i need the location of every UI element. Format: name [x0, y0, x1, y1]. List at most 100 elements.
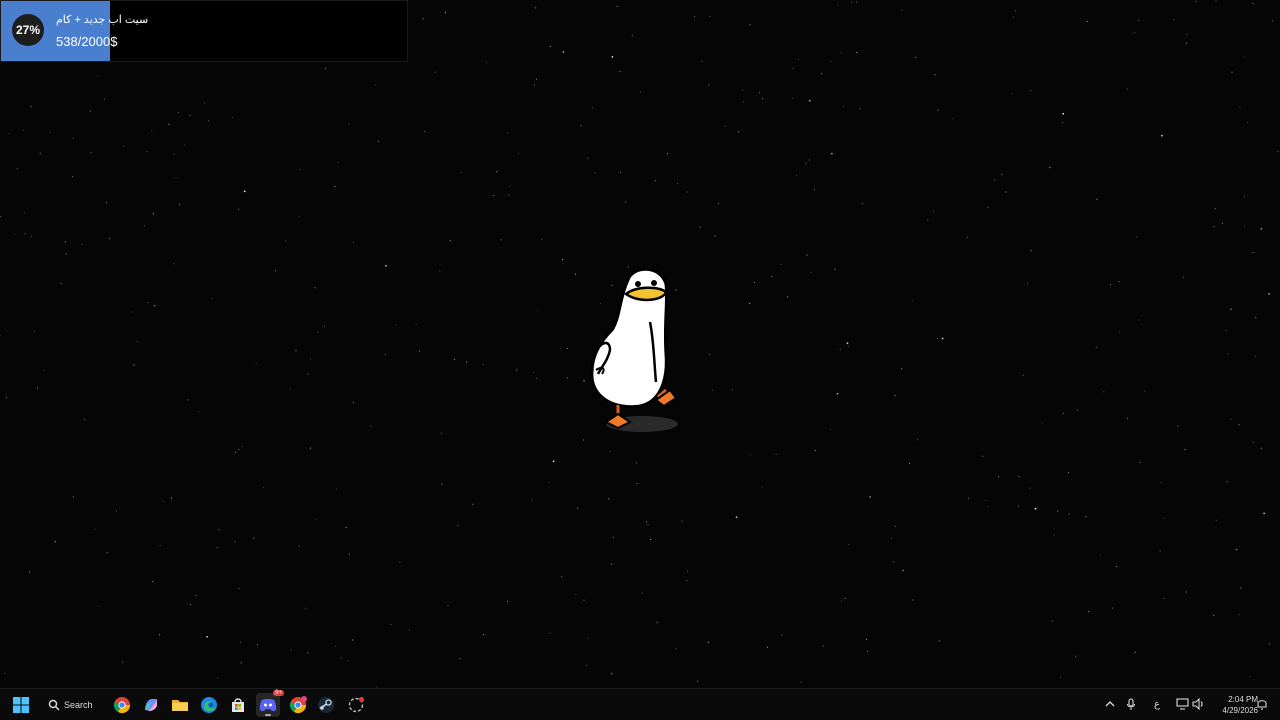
star: [937, 109, 939, 111]
star: [1133, 31, 1135, 33]
microphone-icon[interactable]: [1124, 697, 1138, 711]
star: [374, 84, 376, 86]
language-indicator[interactable]: ع: [1150, 697, 1164, 711]
star: [348, 123, 350, 125]
star: [1048, 166, 1051, 169]
app-icon[interactable]: [344, 693, 368, 717]
steam-icon[interactable]: [314, 693, 338, 717]
star: [457, 524, 459, 526]
star: [399, 561, 401, 563]
star: [305, 607, 306, 609]
star: [796, 174, 798, 176]
star: [1060, 676, 1062, 678]
star: [97, 74, 99, 76]
star: [243, 190, 246, 193]
star: [806, 254, 808, 256]
star: [1268, 293, 1271, 295]
star: [732, 389, 734, 391]
file-explorer-icon[interactable]: [168, 693, 192, 717]
star: [1252, 252, 1254, 254]
star: [324, 325, 325, 327]
star: [1067, 472, 1069, 474]
star: [566, 377, 568, 379]
star: [16, 168, 18, 170]
taskbar-search-button[interactable]: Search: [48, 694, 98, 716]
star: [1213, 226, 1215, 228]
star: [1254, 355, 1256, 357]
star: [159, 634, 161, 636]
volume-icon[interactable]: [1191, 697, 1205, 711]
star: [1159, 550, 1161, 552]
star: [821, 73, 823, 75]
star: [496, 171, 498, 173]
notification-bell-icon[interactable]: [1255, 697, 1269, 711]
star: [1095, 347, 1097, 348]
star: [123, 145, 125, 147]
copilot-icon[interactable]: [139, 693, 163, 717]
star: [1177, 425, 1179, 427]
star: [775, 453, 777, 455]
star: [1088, 611, 1089, 613]
star: [1012, 16, 1014, 18]
star: [238, 588, 240, 590]
star: [508, 194, 510, 196]
star: [415, 324, 417, 325]
star: [8, 132, 10, 134]
star: [535, 78, 537, 80]
star: [771, 275, 773, 277]
star: [104, 98, 106, 100]
star: [697, 680, 699, 682]
star: [718, 202, 720, 204]
star: [517, 153, 519, 155]
star: [758, 92, 760, 94]
star: [171, 497, 172, 499]
star: [1250, 676, 1252, 678]
windows-start-icon[interactable]: [9, 693, 33, 717]
star: [856, 1, 857, 3]
star: [324, 67, 326, 69]
star: [22, 129, 24, 131]
star: [72, 137, 74, 139]
star: [1018, 505, 1020, 507]
star: [750, 454, 752, 456]
star: [934, 74, 936, 76]
star: [377, 140, 379, 142]
microsoft-store-icon[interactable]: [226, 693, 250, 717]
star: [709, 16, 711, 18]
star: [831, 152, 833, 155]
star: [1214, 208, 1216, 210]
clock-time: 2:04 PM: [1228, 695, 1258, 704]
star: [187, 399, 189, 401]
star: [562, 51, 565, 53]
chrome-icon[interactable]: [110, 693, 134, 717]
star: [836, 392, 839, 395]
star: [834, 268, 836, 270]
star: [434, 71, 436, 73]
star: [1263, 512, 1265, 515]
star: [1163, 517, 1165, 519]
discord-icon[interactable]: 9+: [256, 690, 284, 717]
star: [549, 632, 551, 634]
chevron-up-icon[interactable]: [1103, 697, 1117, 711]
star: [6, 396, 7, 398]
star: [1014, 10, 1016, 12]
star: [901, 368, 903, 370]
system-clock[interactable]: 2:04 PM 4/29/2026: [1222, 694, 1258, 716]
star: [336, 488, 337, 490]
star: [952, 118, 954, 120]
star: [465, 361, 467, 363]
chrome-profile-icon[interactable]: [286, 693, 310, 717]
network-icon[interactable]: [1175, 697, 1189, 711]
star: [1240, 587, 1242, 589]
star: [686, 191, 688, 193]
star: [574, 273, 576, 275]
star: [792, 97, 794, 99]
star: [507, 601, 509, 603]
star: [449, 240, 451, 242]
goal-title: سيت اب جديد + كام: [56, 14, 149, 26]
edge-icon[interactable]: [197, 693, 221, 717]
duck-desktop-pet[interactable]: [580, 262, 690, 442]
star: [901, 9, 903, 11]
star: [507, 132, 509, 134]
star: [937, 338, 938, 340]
